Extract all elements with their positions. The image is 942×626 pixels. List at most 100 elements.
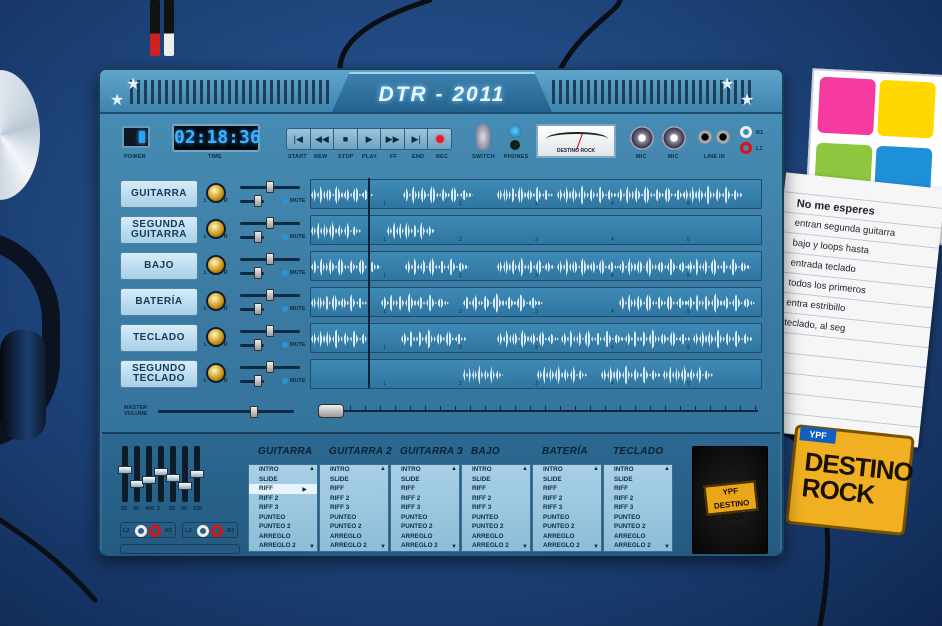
scroll-down-icon[interactable]: ▼: [593, 544, 599, 550]
part-list-item[interactable]: RIFF: [391, 484, 459, 494]
waveform-clip[interactable]: [561, 329, 625, 349]
timeline-scroll-handle[interactable]: [318, 404, 344, 418]
pan-knob[interactable]: [206, 327, 226, 347]
waveform-clip[interactable]: [311, 185, 373, 205]
waveform-clip[interactable]: [687, 293, 755, 313]
part-list-item[interactable]: RIFF 3: [604, 503, 672, 513]
part-list-item[interactable]: ARREGLO 2: [391, 541, 459, 551]
part-list-item[interactable]: SLIDE: [249, 475, 317, 485]
scroll-up-icon[interactable]: ▲: [593, 466, 599, 472]
master-volume-handle[interactable]: [250, 406, 258, 418]
mute-indicator-icon[interactable]: [282, 378, 288, 384]
gain-fader-handle[interactable]: [254, 303, 262, 315]
track-lane[interactable]: 123456: [310, 179, 762, 209]
part-list-item[interactable]: RIFF 2: [249, 494, 317, 504]
line-in-jack-1[interactable]: [698, 130, 712, 144]
waveform-clip[interactable]: [403, 185, 473, 205]
rca-r1[interactable]: [740, 126, 752, 138]
part-list-item[interactable]: SLIDE: [320, 475, 388, 485]
volume-fader-handle[interactable]: [266, 253, 274, 265]
rca-r2[interactable]: [149, 525, 161, 537]
rca-r3[interactable]: [211, 525, 223, 537]
power-switch[interactable]: [122, 126, 150, 148]
track-lane[interactable]: 123456: [310, 215, 762, 245]
track-lane[interactable]: 123456: [310, 323, 762, 353]
part-list-item[interactable]: PUNTEO 2: [249, 522, 317, 532]
track-name-button[interactable]: SEGUNDO TECLADO: [120, 360, 198, 388]
eq-slider-handle[interactable]: [166, 474, 180, 482]
eq-slider[interactable]: [178, 446, 192, 502]
fast-forward-button[interactable]: ▶▶: [381, 129, 405, 149]
part-list-item[interactable]: RIFF 3: [462, 503, 530, 513]
track-name-button[interactable]: BATERÍA: [120, 288, 198, 316]
part-list-item[interactable]: INTRO: [320, 465, 388, 475]
waveform-clip[interactable]: [311, 329, 371, 349]
volume-fader-handle[interactable]: [266, 217, 274, 229]
part-listbox[interactable]: INTRO SLIDE RIFF RIFF 2 RIFF 3 PUNTEO PUNTEO 2…: [461, 464, 531, 552]
waveform-clip[interactable]: [619, 257, 691, 277]
part-list-item[interactable]: ARREGLO 2: [249, 541, 317, 551]
eq-slider[interactable]: [142, 446, 156, 502]
waveform-clip[interactable]: [311, 257, 381, 277]
part-list-item[interactable]: ARREGLO: [533, 532, 601, 542]
scroll-down-icon[interactable]: ▼: [309, 544, 315, 550]
waveform-clip[interactable]: [497, 329, 559, 349]
waveform-clip[interactable]: [401, 329, 467, 349]
part-listbox[interactable]: INTRO SLIDE RIFF RIFF 2 RIFF 3 PUNTEO PUNTEO 2…: [248, 464, 318, 552]
switch-toggle[interactable]: [476, 124, 490, 150]
part-list-item[interactable]: PUNTEO: [604, 513, 672, 523]
part-list-item[interactable]: RIFF 2: [391, 494, 459, 504]
part-list-item[interactable]: RIFF: [462, 484, 530, 494]
part-list-item[interactable]: INTRO: [604, 465, 672, 475]
rca-l3[interactable]: [197, 525, 209, 537]
pan-knob[interactable]: [206, 219, 226, 239]
track-name-button[interactable]: BAJO: [120, 252, 198, 280]
part-list-item[interactable]: PUNTEO: [462, 513, 530, 523]
part-list-item[interactable]: INTRO: [533, 465, 601, 475]
gain-fader-handle[interactable]: [254, 375, 262, 387]
part-list-item[interactable]: ARREGLO: [604, 532, 672, 542]
part-list-item[interactable]: ARREGLO: [249, 532, 317, 542]
selected-play-icon[interactable]: ▶: [302, 486, 307, 493]
volume-fader-handle[interactable]: [266, 325, 274, 337]
part-list-item[interactable]: PUNTEO 2: [462, 522, 530, 532]
eq-slider-handle[interactable]: [178, 482, 192, 490]
part-listbox[interactable]: INTRO SLIDE RIFF RIFF 2 RIFF 3 PUNTEO PUNTEO 2…: [390, 464, 460, 552]
scroll-down-icon[interactable]: ▼: [380, 544, 386, 550]
waveform-clip[interactable]: [537, 365, 587, 385]
timeline-scroll[interactable]: [324, 410, 758, 412]
waveform-clip[interactable]: [381, 293, 449, 313]
eq-slider[interactable]: [130, 446, 144, 502]
waveform-clip[interactable]: [557, 185, 617, 205]
track-lane[interactable]: 123456: [310, 359, 762, 389]
part-listbox[interactable]: INTRO SLIDE RIFF RIFF 2 RIFF 3 PUNTEO PUNTEO 2…: [603, 464, 673, 552]
line-in-jack-2[interactable]: [716, 130, 730, 144]
rca-l2[interactable]: [135, 525, 147, 537]
part-list-item[interactable]: RIFF: [320, 484, 388, 494]
part-list-item[interactable]: SLIDE: [391, 475, 459, 485]
part-listbox[interactable]: INTRO SLIDE RIFF RIFF 2 RIFF 3 PUNTEO PUNTEO 2…: [319, 464, 389, 552]
part-list-item[interactable]: PUNTEO 2: [391, 522, 459, 532]
scroll-down-icon[interactable]: ▼: [451, 544, 457, 550]
part-list-item[interactable]: SLIDE: [604, 475, 672, 485]
scroll-down-icon[interactable]: ▼: [522, 544, 528, 550]
part-list-item[interactable]: RIFF 3: [249, 503, 317, 513]
record-button[interactable]: [428, 129, 451, 149]
mic-input-1[interactable]: [630, 126, 654, 150]
scroll-up-icon[interactable]: ▲: [522, 466, 528, 472]
volume-fader-handle[interactable]: [266, 289, 274, 301]
eq-slider[interactable]: [190, 446, 204, 502]
eq-slider[interactable]: [166, 446, 180, 502]
part-list-item[interactable]: PUNTEO 2: [533, 522, 601, 532]
part-list-item[interactable]: RIFF 2: [462, 494, 530, 504]
waveform-clip[interactable]: [601, 365, 661, 385]
eq-slider[interactable]: [118, 446, 132, 502]
gain-fader-handle[interactable]: [254, 339, 262, 351]
waveform-clip[interactable]: [463, 293, 543, 313]
part-list-item[interactable]: INTRO: [462, 465, 530, 475]
part-list-item[interactable]: RIFF 3: [320, 503, 388, 513]
pan-knob[interactable]: [206, 183, 226, 203]
start-button[interactable]: |◀: [287, 129, 311, 149]
track-lane[interactable]: 123456: [310, 287, 762, 317]
part-list-item[interactable]: SLIDE: [533, 475, 601, 485]
